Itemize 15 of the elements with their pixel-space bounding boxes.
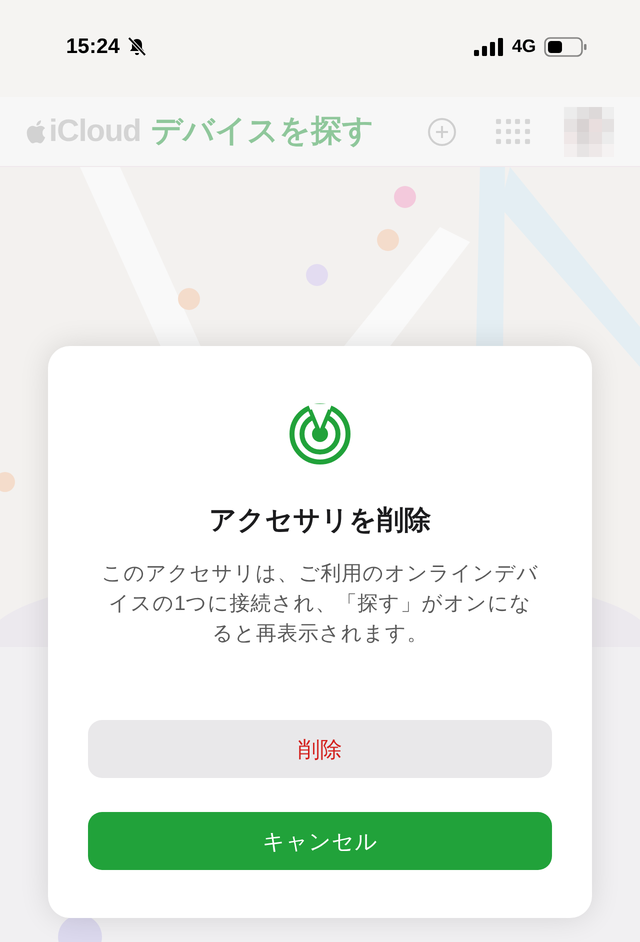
radar-icon [288,402,352,466]
delete-button[interactable]: 削除 [88,720,552,778]
status-time: 15:24 [66,34,120,60]
avatar[interactable] [564,106,614,156]
dialog-title: アクセサリを削除 [209,504,431,537]
battery-icon [544,36,588,56]
apps-grid-button[interactable] [496,118,530,144]
signal-icon [474,38,504,56]
app-title: デバイスを探す [150,112,374,150]
dialog-message: このアクセサリは、ご利用のオンラインデバイスの1つに接続され、「探す」がオンになると再表示されます。 [100,560,540,646]
apple-icon [26,120,46,144]
plus-icon [435,124,449,138]
cancel-button[interactable]: キャンセル [88,812,552,870]
network-type: 4G [512,35,536,58]
add-button[interactable] [428,118,456,146]
